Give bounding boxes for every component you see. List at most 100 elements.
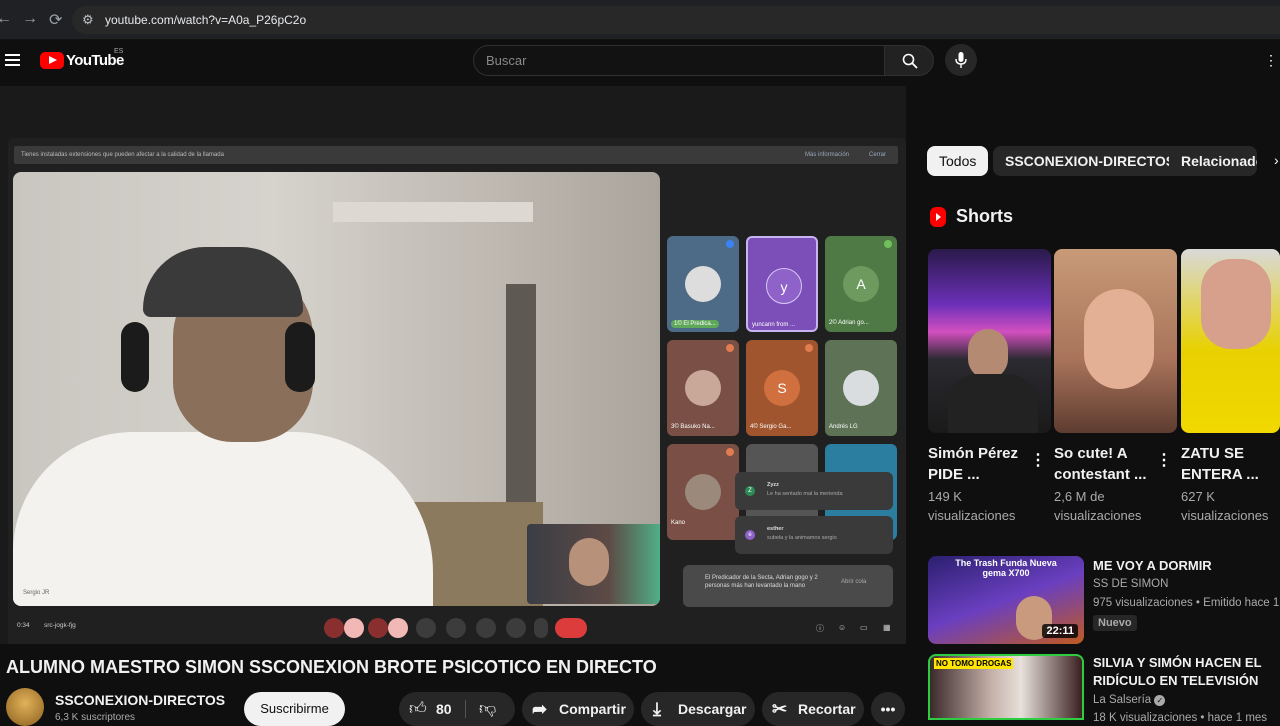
video-title: ALUMNO MAESTRO SIMON SSCONEXION BROTE PS… [6, 657, 657, 677]
video-meta: 975 visualizaciones • Emitido hace 1 d [1093, 597, 1280, 609]
channel-avatar[interactable] [6, 688, 44, 726]
video-thumbnail[interactable]: The Trash Funda Nueva gema X700 22:11 [928, 556, 1084, 644]
dislike-icon[interactable]: 👎︎ [479, 692, 496, 726]
meet-controls: 0:34 src-jogk-fjg ⓘ ☺ ▭ ▦ [8, 608, 906, 638]
participant-tile: A 2© Adrian go... [825, 236, 897, 332]
more-icon [534, 618, 548, 638]
hang-up-icon [555, 618, 587, 638]
thumbnail-text: NO TOMO DROGAS [934, 658, 1014, 669]
channel-name[interactable]: SSCONEXION-DIRECTOS [55, 692, 225, 708]
tile-label: yuncann from ... [752, 322, 796, 328]
video-duration: 22:11 [1042, 624, 1078, 638]
microphone-icon [955, 52, 967, 68]
video-title[interactable]: SILVIA Y SIMÓN HACEN EL RIDÍCULO EN TELE… [1093, 654, 1280, 690]
like-dislike-group: 👍︎ 80 👎︎ [399, 692, 515, 726]
tile-label: 2© Adrian go... [829, 320, 869, 326]
captions-icon [476, 618, 496, 638]
main-participant-video: Sergio JR [13, 172, 660, 606]
short-menu-icon[interactable]: ⋮ [1156, 450, 1172, 470]
new-badge: Nuevo [1093, 615, 1137, 631]
more-options-icon[interactable]: ⋮ [1264, 52, 1278, 69]
shorts-section-header: Shorts [930, 206, 1013, 227]
video-title[interactable]: ME VOY A DORMIR [1093, 557, 1280, 575]
short-views: 2,6 M de visualizaciones [1054, 489, 1142, 523]
muted-icon [726, 448, 734, 456]
extension-notice: Tienes instaladas extensiones que pueden… [14, 146, 898, 164]
open-queue-link: Abrir cola [841, 579, 867, 585]
notice-text: Tienes instaladas extensiones que pueden… [21, 152, 224, 158]
participant-avatar: S [764, 370, 800, 406]
people-icon: ☺ [838, 623, 847, 632]
video-meta: 18 K visualizaciones • hace 1 mes [1093, 712, 1268, 724]
share-button[interactable]: ➦ Compartir [522, 692, 634, 726]
participant-avatar [685, 266, 721, 302]
short-title[interactable]: ZATU SE ENTERA ... [1181, 443, 1280, 485]
clip-button[interactable]: ✂ Recortar [762, 692, 864, 726]
download-label: Descargar [678, 701, 747, 717]
site-info-icon[interactable]: ⚙ [82, 12, 94, 28]
reload-icon[interactable]: ⟳ [49, 10, 62, 30]
short-thumbnail[interactable] [1181, 249, 1280, 433]
search-input[interactable]: Buscar [473, 45, 885, 76]
youtube-play-icon [40, 52, 64, 69]
notice-more-link: Más información [805, 152, 850, 158]
download-button[interactable]: ⤓ Descargar [641, 692, 755, 726]
short-thumbnail[interactable] [1054, 249, 1177, 433]
menu-icon[interactable] [5, 54, 20, 67]
short-thumbnail[interactable] [928, 249, 1051, 433]
search-icon [902, 53, 918, 69]
voice-search-button[interactable] [945, 44, 977, 76]
video-player[interactable]: Tienes instaladas extensiones que pueden… [0, 86, 906, 644]
short-menu-icon[interactable]: ⋮ [1030, 450, 1046, 470]
participant-tile: S 4© Sergio Ga... [746, 340, 818, 436]
forward-icon[interactable]: → [22, 10, 38, 28]
participant-body [13, 432, 433, 606]
chevron-right-icon[interactable]: › [1274, 152, 1279, 168]
participant-tile: Kano [667, 444, 739, 540]
muted-icon [805, 344, 813, 352]
chip-all[interactable]: Todos [927, 146, 989, 176]
youtube-header: YouTube ES Buscar ⋮ [0, 40, 1280, 86]
short-views: 149 Kvisualizaciones [928, 489, 1016, 523]
tile-label: Andrés LG [829, 424, 858, 430]
mic-options-icon [324, 618, 344, 638]
meet-call-screen: Tienes instaladas extensiones que pueden… [8, 138, 906, 644]
like-count[interactable]: 80 [436, 692, 452, 726]
participant-tile: 3© Basuko Na... [667, 340, 739, 436]
chip-channel[interactable]: SSCONEXION-DIRECTOS [993, 146, 1188, 176]
notice-close-link: Cerrar [869, 152, 887, 158]
chat-avatar: e [745, 530, 755, 540]
chip-related[interactable]: Relacionado [1169, 146, 1257, 176]
call-time: 0:34 [17, 622, 30, 629]
tile-label: Kano [671, 520, 686, 526]
chat-message: e esther subela y la animamos sergio [735, 516, 893, 554]
like-icon[interactable]: 👍︎ [409, 692, 427, 726]
short-title[interactable]: Simón Pérez PIDE ... [928, 443, 1028, 485]
browser-toolbar: ← → ⟳ ⚙ youtube.com/watch?v=A0a_P26pC2o [0, 0, 1280, 40]
youtube-logo[interactable]: YouTube ES [40, 48, 124, 69]
tile-label: 1© El Predica... [671, 320, 719, 328]
chat-author: esther [767, 526, 784, 532]
participant-tile: 1© El Predica... [667, 236, 739, 332]
short-title[interactable]: So cute! Acontestant ... [1054, 443, 1154, 485]
more-actions-button[interactable]: ••• [871, 692, 905, 726]
emoji-icon [446, 618, 466, 638]
present-icon [416, 618, 436, 638]
address-bar[interactable]: ⚙ youtube.com/watch?v=A0a_P26pC2o [72, 6, 1280, 34]
url-text[interactable]: youtube.com/watch?v=A0a_P26pC2o [105, 13, 306, 27]
info-icon: ⓘ [816, 624, 824, 633]
country-code: ES [114, 48, 124, 55]
search-button[interactable] [884, 45, 934, 76]
raise-hand-icon [506, 618, 526, 638]
chat-author: Zyzz [767, 482, 779, 488]
shorts-icon [930, 206, 946, 227]
muted-icon [726, 344, 734, 352]
chat-message: Z Zyzz Le ha sentado mal la merienda [735, 472, 893, 510]
channel-name[interactable]: SS DE SIMON [1093, 578, 1168, 590]
raised-hands-notice: El Predicador de la Secta, Adrian gogo y… [683, 565, 893, 607]
channel-name[interactable]: La Salsería ✓ [1093, 694, 1166, 706]
video-thumbnail[interactable]: NO TOMO DROGAS [928, 654, 1084, 720]
subscribe-button[interactable]: Suscribirme [244, 692, 345, 726]
back-icon[interactable]: ← [0, 10, 12, 28]
subscriber-count: 6,3 K suscriptores [55, 712, 136, 723]
